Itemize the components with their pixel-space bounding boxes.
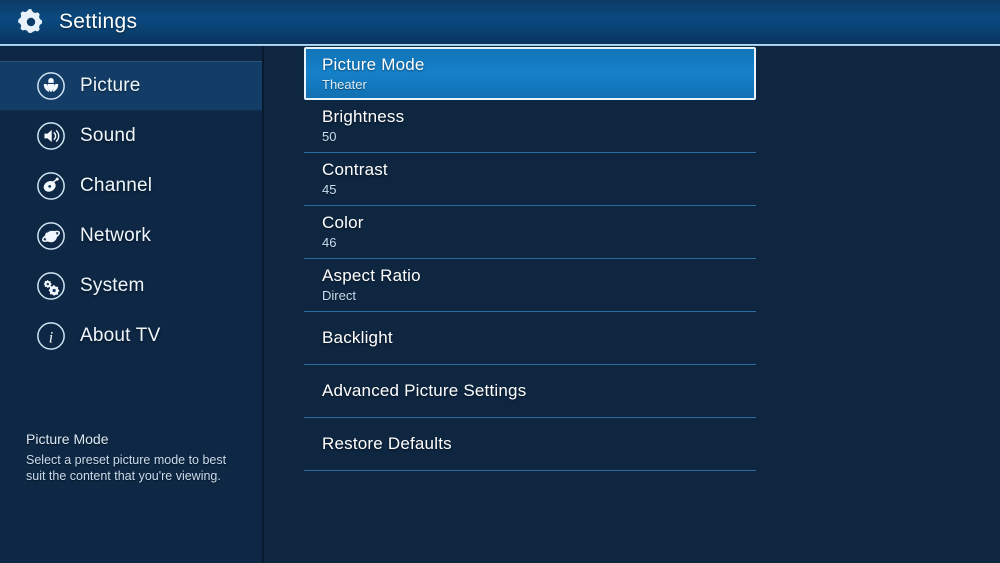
sidebar-item-system[interactable]: System xyxy=(0,261,262,311)
menu-item-brightness[interactable]: Brightness 50 xyxy=(304,100,756,153)
menu-item-aspect-ratio[interactable]: Aspect Ratio Direct xyxy=(304,259,756,312)
sidebar-item-picture[interactable]: Picture xyxy=(0,61,262,111)
info-icon: i xyxy=(36,321,66,351)
sidebar-item-sound[interactable]: Sound xyxy=(0,111,262,161)
menu-item-label: Advanced Picture Settings xyxy=(322,381,527,400)
menu-item-color[interactable]: Color 46 xyxy=(304,206,756,259)
help-title: Picture Mode xyxy=(26,431,109,447)
sidebar: Picture Sound Channel Network System i A… xyxy=(0,46,264,563)
menu-item-restore-defaults[interactable]: Restore Defaults xyxy=(304,418,756,471)
sidebar-item-label: Channel xyxy=(80,175,153,196)
sidebar-item-channel[interactable]: Channel xyxy=(0,161,262,211)
sidebar-item-label: About TV xyxy=(80,325,161,346)
speaker-icon xyxy=(36,121,66,151)
menu-item-label: Color xyxy=(322,213,364,232)
menu-item-value: 45 xyxy=(322,182,337,197)
menu-item-advanced-picture-settings[interactable]: Advanced Picture Settings xyxy=(304,365,756,418)
menu-item-value: Direct xyxy=(322,288,356,303)
menu-item-picture-mode[interactable]: Picture Mode Theater xyxy=(304,47,756,100)
menu-item-label: Brightness xyxy=(322,107,405,126)
satellite-dish-icon xyxy=(36,171,66,201)
gear-icon xyxy=(16,7,46,37)
menu-item-label: Contrast xyxy=(322,160,388,179)
settings-menu-list: Picture Mode Theater Brightness 50 Contr… xyxy=(304,47,756,471)
globe-icon xyxy=(36,221,66,251)
flower-icon xyxy=(36,71,66,101)
sidebar-item-network[interactable]: Network xyxy=(0,211,262,261)
menu-item-label: Aspect Ratio xyxy=(322,266,421,285)
tv-settings-screen: Settings Picture Sound Channel Network S… xyxy=(0,0,1000,563)
svg-text:i: i xyxy=(49,330,53,347)
sidebar-item-label: Network xyxy=(80,225,152,246)
menu-item-value: 50 xyxy=(322,129,337,144)
menu-item-value: 46 xyxy=(322,235,337,250)
sidebar-nav-list: Picture Sound Channel Network System i A… xyxy=(0,61,262,361)
menu-item-value: Theater xyxy=(322,76,367,92)
menu-item-contrast[interactable]: Contrast 45 xyxy=(304,153,756,206)
menu-item-label: Picture Mode xyxy=(322,54,425,74)
sidebar-item-label: Picture xyxy=(80,75,141,96)
help-description: Select a preset picture mode to best sui… xyxy=(26,453,227,483)
sidebar-item-label: Sound xyxy=(80,125,136,146)
page-title: Settings xyxy=(59,10,138,33)
help-panel: Picture Mode Select a preset picture mod… xyxy=(26,431,238,484)
menu-item-label: Restore Defaults xyxy=(322,434,452,453)
menu-item-backlight[interactable]: Backlight xyxy=(304,312,756,365)
menu-item-label: Backlight xyxy=(322,328,393,347)
app-header: Settings xyxy=(0,0,1000,46)
sidebar-item-label: System xyxy=(80,275,145,296)
gears-icon xyxy=(36,271,66,301)
sidebar-item-about-tv[interactable]: i About TV xyxy=(0,311,262,361)
